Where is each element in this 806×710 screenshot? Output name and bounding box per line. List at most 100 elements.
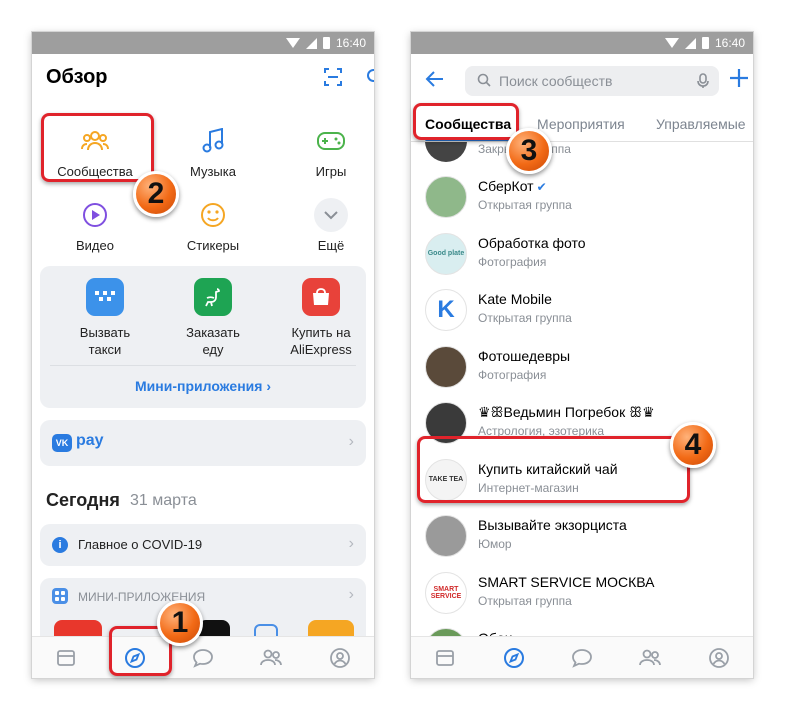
messages-tab-icon[interactable] bbox=[190, 645, 216, 671]
chevron-right-icon: › bbox=[348, 535, 354, 552]
friends-tab-icon[interactable] bbox=[637, 645, 663, 671]
vk-pay-card[interactable]: VK pay › bbox=[40, 420, 366, 466]
pay-label: pay bbox=[76, 432, 104, 449]
add-icon[interactable] bbox=[729, 68, 749, 93]
community-name: ♛ꕥВедьмин Погребок ꕥ♛ bbox=[478, 404, 655, 421]
community-name-text: Вызывайте экзорциста bbox=[478, 517, 627, 533]
community-avatar bbox=[425, 142, 467, 162]
shopping-bag-icon bbox=[302, 278, 340, 316]
vk-logo-icon: VK bbox=[52, 434, 72, 452]
service-label: Стикеры bbox=[186, 238, 240, 253]
ostrich-icon bbox=[194, 278, 232, 316]
search-placeholder: Поиск сообществ bbox=[499, 73, 613, 89]
status-bar: 16:40 bbox=[411, 32, 753, 54]
messages-tab-icon[interactable] bbox=[569, 645, 595, 671]
list-item[interactable]: SMART SERVICE SMART SERVICE МОСКВА Открыта… bbox=[411, 566, 753, 622]
apps-grid-icon bbox=[52, 588, 68, 604]
search-icon bbox=[477, 73, 491, 90]
divider bbox=[50, 365, 356, 366]
qr-scan-icon[interactable] bbox=[322, 68, 344, 90]
back-arrow-icon[interactable] bbox=[425, 70, 445, 93]
signal-icon bbox=[305, 37, 317, 49]
search-input[interactable]: Поиск сообществ bbox=[465, 66, 719, 96]
taxi-icon bbox=[86, 278, 124, 316]
friends-tab-icon[interactable] bbox=[258, 645, 284, 671]
list-item[interactable]: Обои bbox=[411, 622, 753, 636]
community-type: Открытая группа bbox=[478, 198, 572, 212]
communities-list: Закрытая группа СберКот ✔ Открытая группа G… bbox=[411, 142, 753, 636]
music-icon bbox=[196, 124, 230, 158]
chevron-down-icon bbox=[314, 198, 348, 232]
community-type: Открытая группа bbox=[478, 311, 572, 325]
list-item[interactable]: K Kate Mobile Открытая группа bbox=[411, 283, 753, 339]
verified-check-icon: ✔ bbox=[536, 180, 547, 194]
battery-icon bbox=[322, 37, 330, 49]
app-label: Купить на AliExpress bbox=[290, 325, 352, 357]
service-music[interactable]: Музыка bbox=[158, 124, 268, 179]
today-heading: Сегодня bbox=[46, 490, 120, 510]
community-name-text: ♛ꕥВедьмин Погребок ꕥ♛ bbox=[478, 404, 655, 420]
list-item[interactable]: Фотошедевры Фотография bbox=[411, 340, 753, 396]
profile-tab-icon[interactable] bbox=[706, 645, 732, 671]
status-time: 16:40 bbox=[714, 36, 745, 50]
news-tab-icon[interactable] bbox=[432, 645, 458, 671]
play-icon bbox=[78, 198, 112, 232]
profile-tab-icon[interactable] bbox=[327, 645, 353, 671]
page-title: Обзор bbox=[46, 66, 108, 88]
service-label: Видео bbox=[76, 238, 114, 253]
community-avatar bbox=[425, 628, 467, 636]
battery-icon bbox=[701, 37, 709, 49]
tab-managed[interactable]: Управляемые bbox=[656, 116, 746, 132]
community-avatar bbox=[425, 176, 467, 218]
app-aliexpress[interactable]: Купить на AliExpress bbox=[266, 278, 374, 358]
status-bar: 16:40 bbox=[32, 32, 374, 54]
step-badge-1: 1 bbox=[157, 600, 203, 646]
info-icon: i bbox=[52, 537, 68, 553]
service-label: Ещё bbox=[317, 238, 345, 253]
step-badge-3: 3 bbox=[506, 128, 552, 174]
community-type: Юмор bbox=[478, 537, 512, 551]
community-avatar: SMART SERVICE bbox=[425, 571, 467, 614]
bottom-navigation bbox=[411, 636, 753, 678]
list-item[interactable]: СберКот ✔ Открытая группа bbox=[411, 170, 753, 226]
explore-compass-icon[interactable] bbox=[501, 645, 527, 671]
gamepad-icon bbox=[314, 124, 348, 158]
community-avatar: K bbox=[425, 289, 467, 331]
service-video[interactable]: Видео bbox=[40, 198, 150, 253]
community-name-text: Фотошедевры bbox=[478, 347, 571, 364]
community-name-text: SMART SERVICE МОСКВА bbox=[478, 573, 655, 590]
community-type: Фотография bbox=[478, 254, 547, 269]
mini-apps-link[interactable]: Мини-приложения › bbox=[40, 378, 366, 394]
tab-events[interactable]: Мероприятия bbox=[537, 116, 625, 132]
smile-icon bbox=[196, 198, 230, 232]
service-more[interactable]: Ещё bbox=[276, 198, 374, 253]
community-name: СберКот ✔ bbox=[478, 178, 547, 194]
service-label: Игры bbox=[315, 164, 347, 179]
highlight-communities-tab bbox=[413, 103, 519, 140]
app-taxi[interactable]: Вызвать такси bbox=[50, 278, 160, 358]
list-item[interactable]: Вызывайте экзорциста Юмор bbox=[411, 509, 753, 565]
community-name-text: Обработка фото bbox=[478, 234, 586, 251]
community-name-text: СберКот bbox=[478, 178, 534, 194]
status-time: 16:40 bbox=[335, 36, 366, 50]
community-name: SMART SERVICE МОСКВА bbox=[478, 574, 655, 590]
news-tab-icon[interactable] bbox=[53, 645, 79, 671]
list-item[interactable]: Good plate Обработка фото Фотография bbox=[411, 227, 753, 283]
app-food[interactable]: Заказать еду bbox=[158, 278, 268, 358]
community-avatar bbox=[425, 515, 467, 557]
community-avatar bbox=[425, 345, 467, 388]
signal-icon bbox=[684, 37, 696, 49]
highlight-tea-community bbox=[417, 436, 690, 503]
covid-card[interactable]: i Главное о COVID-19 › bbox=[40, 524, 366, 566]
community-name: Kate Mobile bbox=[478, 291, 552, 307]
app-label: Заказать еду bbox=[186, 325, 240, 357]
app-label: Вызвать такси bbox=[79, 325, 131, 357]
today-date: 31 марта bbox=[130, 492, 197, 509]
wifi-icon bbox=[664, 38, 679, 48]
service-games[interactable]: Игры bbox=[276, 124, 374, 179]
microphone-icon[interactable] bbox=[697, 73, 709, 92]
community-name: Фотошедевры bbox=[478, 348, 570, 364]
list-item[interactable]: Закрытая группа bbox=[411, 142, 753, 170]
step-badge-4: 4 bbox=[670, 422, 716, 468]
search-icon[interactable] bbox=[364, 68, 374, 90]
